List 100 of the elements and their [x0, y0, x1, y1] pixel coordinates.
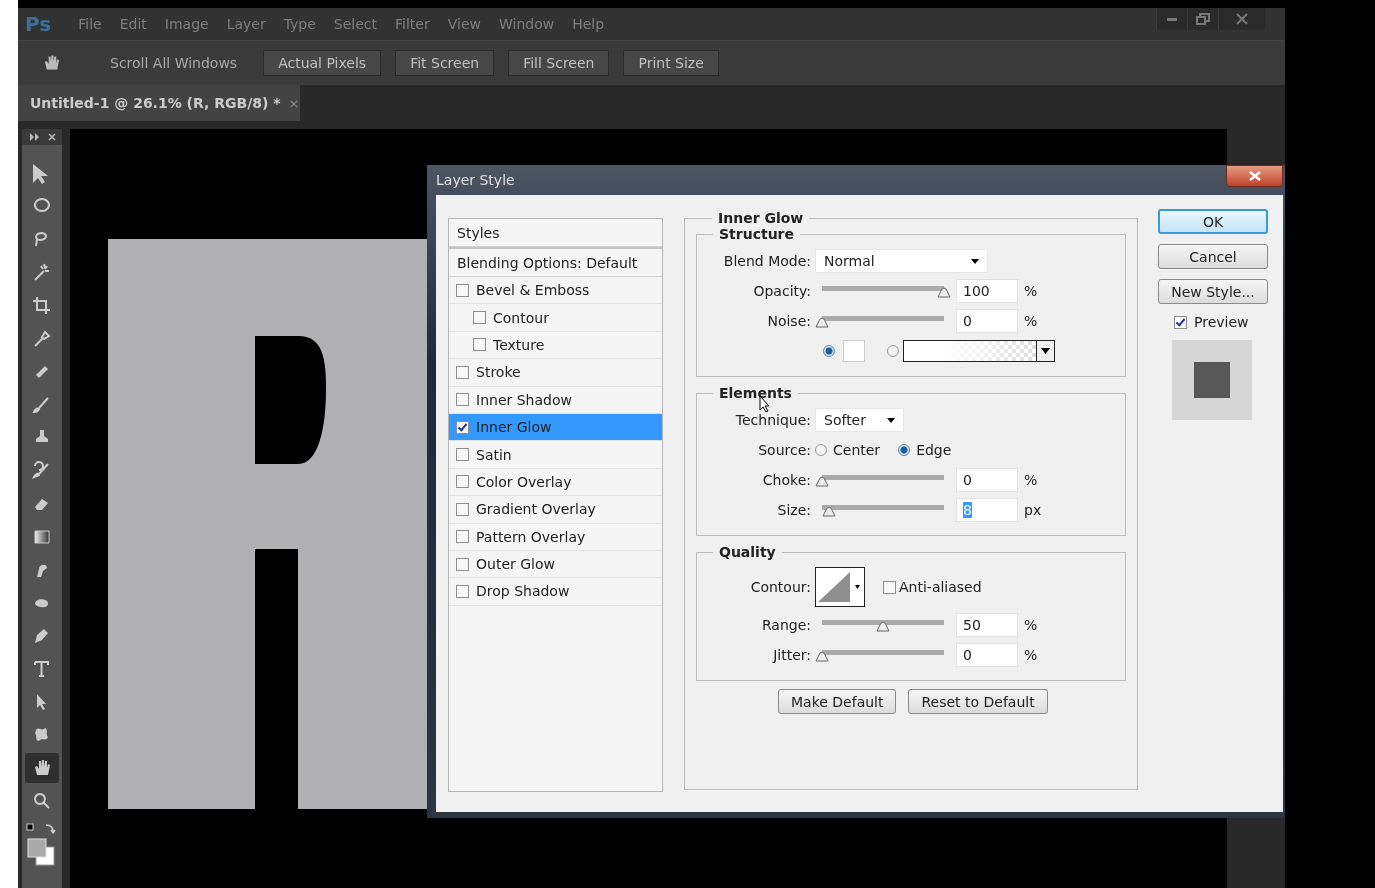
color-swatch[interactable]	[843, 340, 865, 362]
dropdown[interactable]: Normal	[815, 249, 988, 273]
radio-button[interactable]	[887, 345, 899, 357]
styles-header[interactable]: Styles	[449, 219, 662, 247]
checkbox-label: Anti-aliased	[899, 579, 982, 595]
style-item[interactable]: Bevel & Emboss	[449, 277, 662, 305]
style-item[interactable]: Pattern Overlay	[449, 523, 662, 551]
field-label: Opacity:	[752, 283, 811, 299]
caret-icon	[971, 258, 979, 264]
field-label: Technique:	[734, 412, 811, 428]
style-item[interactable]: Inner Glow	[449, 413, 662, 442]
unit-label: %	[1024, 647, 1038, 663]
style-item[interactable]: Outer Glow	[449, 550, 662, 579]
style-item[interactable]: Gradient Overlay	[449, 496, 662, 524]
checkbox[interactable]	[456, 557, 469, 571]
radio-button[interactable]	[815, 444, 827, 456]
dialog-button[interactable]: OK	[1158, 209, 1268, 234]
radio-button[interactable]	[823, 345, 835, 357]
field-label: Source:	[757, 442, 811, 458]
unit-label: %	[1024, 617, 1038, 633]
restore-icon	[1196, 13, 1210, 25]
checkbox[interactable]	[456, 420, 469, 434]
checkbox-label: Preview	[1194, 314, 1249, 330]
caret-icon	[887, 417, 895, 423]
number-field[interactable]: 50	[956, 613, 1018, 637]
style-item[interactable]: Contour	[449, 304, 662, 332]
unit-label: %	[1024, 283, 1038, 299]
restore-button[interactable]	[1187, 8, 1218, 30]
style-item[interactable]: Satin	[449, 441, 662, 469]
radio-button[interactable]	[898, 444, 911, 456]
slider-thumb[interactable]	[822, 506, 837, 517]
number-field[interactable]: 0	[956, 468, 1018, 492]
contour-picker[interactable]	[815, 567, 865, 607]
blending-options-item[interactable]: Blending Options: Default	[449, 247, 662, 277]
field-label: Blend Mode:	[722, 253, 811, 269]
close-button[interactable]	[1226, 165, 1283, 187]
checkbox[interactable]	[456, 448, 469, 462]
number-field[interactable]: 0	[956, 309, 1018, 333]
style-item[interactable]: Color Overlay	[449, 468, 662, 497]
field-label: Size:	[776, 502, 811, 518]
checkbox[interactable]	[456, 530, 469, 544]
collapse-icon[interactable]	[30, 133, 40, 141]
default-button[interactable]: Make Default	[778, 689, 897, 714]
checkbox[interactable]	[473, 338, 486, 352]
crop-icon	[31, 295, 53, 317]
dialog-title: Layer Style	[436, 172, 515, 188]
contour-curve-icon	[816, 570, 852, 604]
view-button[interactable]: Print Size	[623, 50, 719, 76]
checkbox[interactable]	[456, 365, 469, 379]
number-field[interactable]: 100	[956, 279, 1018, 303]
group-title: Structure	[718, 226, 795, 242]
unit-label: px	[1024, 502, 1042, 518]
default-button[interactable]: Reset to Default	[908, 689, 1048, 714]
group-title: Quality	[718, 544, 777, 560]
hand-icon[interactable]	[44, 55, 60, 71]
slider-thumb[interactable]	[815, 476, 829, 487]
field-label: Choke:	[761, 472, 811, 488]
checkbox[interactable]	[456, 283, 469, 297]
document-tab[interactable]: Untitled-1 @ 26.1% (R, RGB/8) * ×	[18, 85, 300, 121]
option-label: Center	[833, 442, 881, 458]
slider-thumb[interactable]	[937, 287, 951, 298]
option-label: Edge	[916, 442, 952, 458]
slider-thumb[interactable]	[815, 651, 829, 662]
checkbox[interactable]	[883, 580, 896, 594]
unit-label: %	[1024, 472, 1038, 488]
checkbox[interactable]	[456, 393, 469, 407]
view-button[interactable]: Fit Screen	[395, 50, 495, 76]
dialog-button[interactable]: New Style...	[1158, 279, 1268, 304]
field-label: Contour:	[749, 579, 811, 595]
document-title: Untitled-1 @ 26.1% (R, RGB/8) *	[30, 95, 281, 111]
style-item[interactable]: Texture	[449, 331, 662, 360]
checkbox[interactable]	[456, 475, 469, 489]
caret-icon	[855, 585, 860, 589]
checkbox[interactable]	[1174, 315, 1187, 329]
tool-button[interactable]	[25, 753, 59, 783]
radio-option[interactable]: Center	[815, 442, 881, 458]
checkbox[interactable]	[473, 311, 486, 325]
gradient-picker[interactable]	[903, 340, 1055, 362]
close-icon	[1248, 171, 1261, 181]
slider-thumb[interactable]	[815, 317, 829, 328]
minimize-icon	[1167, 17, 1177, 21]
dropdown[interactable]: Softer	[815, 408, 904, 432]
minimize-button[interactable]	[1156, 8, 1187, 30]
style-item[interactable]: Inner Shadow	[449, 386, 662, 414]
field-label: Noise:	[766, 313, 811, 329]
view-button[interactable]: Actual Pixels	[263, 50, 382, 76]
slider-thumb[interactable]	[876, 621, 890, 632]
checkbox[interactable]	[456, 502, 469, 516]
group-title: Inner Glow	[717, 210, 805, 226]
radio-option[interactable]: Edge	[898, 442, 952, 458]
view-button[interactable]: Fill Screen	[508, 50, 610, 76]
checkbox[interactable]	[456, 585, 469, 598]
dialog-button[interactable]: Cancel	[1158, 244, 1268, 269]
color-swatches-drawing[interactable]	[26, 823, 58, 867]
number-field[interactable]: 0	[956, 643, 1018, 667]
scroll-all-windows-label[interactable]: Scroll All Windows	[110, 55, 238, 71]
close-icon[interactable]	[48, 133, 56, 141]
field-label: Range:	[760, 617, 811, 633]
style-item[interactable]: Drop Shadow	[449, 578, 662, 606]
style-item[interactable]: Stroke	[449, 359, 662, 387]
